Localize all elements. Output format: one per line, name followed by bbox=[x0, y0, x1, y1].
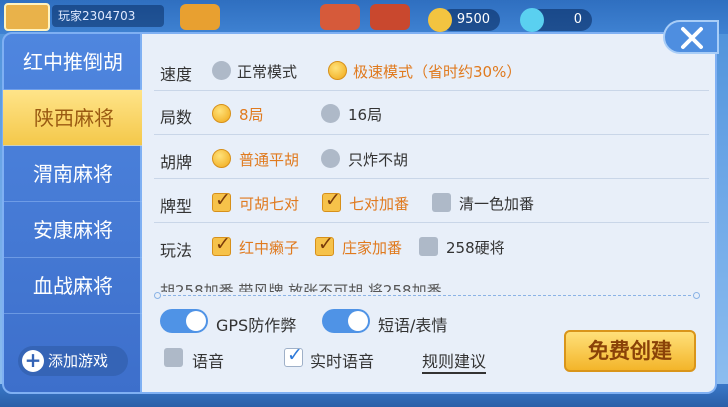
plus-icon: + bbox=[22, 350, 44, 372]
speed-label: 速度 bbox=[160, 65, 193, 84]
toggle-knob bbox=[348, 311, 368, 331]
checkbox-voice[interactable] bbox=[164, 348, 183, 367]
divider bbox=[154, 134, 709, 135]
option-seven-pairs[interactable]: 可胡七对 bbox=[239, 193, 299, 214]
checkbox-realtime-voice[interactable] bbox=[284, 344, 303, 367]
sidebar-item-xuezhan[interactable]: 血战麻将 bbox=[4, 258, 142, 314]
gps-toggle-label: GPS防作弊 bbox=[216, 316, 297, 335]
diamond-icon bbox=[520, 8, 544, 32]
play-label: 玩法 bbox=[160, 241, 193, 260]
toggle-knob bbox=[186, 311, 206, 331]
add-game-label: 添加游戏 bbox=[48, 352, 109, 370]
gift-icon[interactable] bbox=[180, 4, 220, 30]
sidebar-item-ankang[interactable]: 安康麻将 bbox=[4, 202, 142, 258]
voice-label[interactable]: 语音 bbox=[192, 348, 224, 372]
checkbox-flush-bonus[interactable] bbox=[432, 193, 451, 212]
checkbox-258-pair[interactable] bbox=[419, 237, 438, 256]
close-icon bbox=[681, 27, 703, 49]
chat-toggle-label: 短语/表情 bbox=[378, 316, 448, 335]
cutoff-row-text: 胡258加番 带风牌 放张不可胡 将258加番 bbox=[160, 282, 442, 292]
checkbox-red-wild[interactable] bbox=[212, 233, 231, 256]
option-dealer-bonus[interactable]: 庄家加番 bbox=[342, 237, 402, 258]
option-flush-bonus[interactable]: 清一色加番 bbox=[459, 193, 534, 214]
option-fast-mode[interactable]: 极速模式（省时约30%） bbox=[353, 61, 521, 82]
rounds-label: 局数 bbox=[160, 108, 193, 127]
hu-label: 胡牌 bbox=[160, 153, 193, 172]
scroll-separator bbox=[158, 295, 696, 296]
option-seven-pairs-bonus[interactable]: 七对加番 bbox=[349, 193, 409, 214]
rules-suggestion-link[interactable]: 规则建议 bbox=[422, 348, 487, 374]
sidebar-item-weinan[interactable]: 渭南麻将 bbox=[4, 146, 142, 202]
realtime-voice-label[interactable]: 实时语音 bbox=[310, 348, 374, 372]
sidebar-item-hongzhong[interactable]: 红中推倒胡 bbox=[4, 34, 142, 90]
option-normal-mode[interactable]: 正常模式 bbox=[237, 61, 297, 82]
checkbox-seven-pairs[interactable] bbox=[212, 189, 231, 212]
option-normal-hu[interactable]: 普通平胡 bbox=[239, 149, 299, 170]
separator-dot bbox=[154, 292, 161, 299]
option-16-rounds[interactable]: 16局 bbox=[348, 104, 382, 125]
divider bbox=[154, 178, 709, 179]
avatar[interactable] bbox=[4, 3, 50, 31]
game-sidebar: 红中推倒胡 陕西麻将 渭南麻将 安康麻将 血战麻将 + 添加游戏 bbox=[2, 32, 145, 394]
gps-toggle[interactable] bbox=[160, 309, 208, 333]
divider bbox=[154, 90, 709, 91]
gold-coin-icon bbox=[428, 8, 452, 32]
event-icon[interactable] bbox=[370, 4, 410, 30]
tile-type-label: 牌型 bbox=[160, 197, 193, 216]
radio-normal-hu[interactable] bbox=[212, 149, 231, 168]
radio-fast-mode[interactable] bbox=[328, 61, 347, 80]
option-red-wild[interactable]: 红中癞子 bbox=[239, 237, 299, 258]
create-room-dialog: 红中推倒胡 陕西麻将 渭南麻将 安康麻将 血战麻将 + 添加游戏 速度 正常模式… bbox=[2, 32, 717, 394]
radio-zha-only[interactable] bbox=[321, 149, 340, 168]
option-258-pair[interactable]: 258硬将 bbox=[446, 237, 505, 258]
add-game-button[interactable]: + 添加游戏 bbox=[18, 346, 128, 376]
shop-icon[interactable] bbox=[320, 4, 360, 30]
radio-8-rounds[interactable] bbox=[212, 104, 231, 123]
separator-dot bbox=[693, 292, 700, 299]
create-room-button[interactable]: 免费创建 bbox=[564, 330, 696, 372]
sidebar-item-shaanxi[interactable]: 陕西麻将 bbox=[3, 90, 145, 146]
divider bbox=[154, 222, 709, 223]
options-panel: 速度 正常模式 极速模式（省时约30%） 局数 8局 16局 胡牌 普通平胡 只… bbox=[142, 32, 717, 394]
player-name: 玩家2304703 bbox=[52, 5, 164, 27]
chat-toggle[interactable] bbox=[322, 309, 370, 333]
radio-normal-mode[interactable] bbox=[212, 61, 231, 80]
close-button[interactable] bbox=[663, 20, 719, 54]
radio-16-rounds[interactable] bbox=[321, 104, 340, 123]
checkbox-seven-pairs-bonus[interactable] bbox=[322, 189, 341, 212]
scrolled-options-row[interactable]: 胡258加番 带风牌 放张不可胡 将258加番 bbox=[160, 280, 580, 292]
checkbox-dealer-bonus[interactable] bbox=[315, 233, 334, 256]
option-8-rounds[interactable]: 8局 bbox=[239, 104, 264, 125]
option-zha-only[interactable]: 只炸不胡 bbox=[348, 149, 408, 170]
